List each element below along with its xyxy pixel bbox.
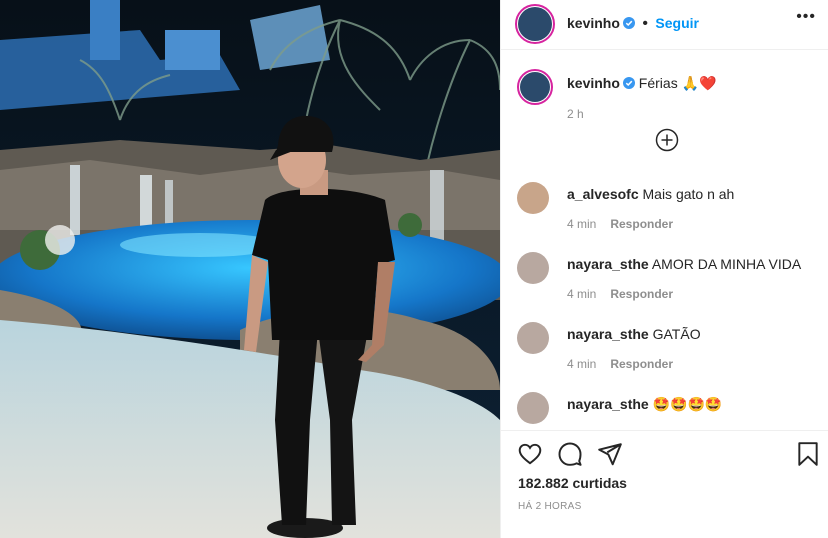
post-actions: 182.882 curtidas HÁ 2 HORAS bbox=[501, 430, 828, 538]
caption-username[interactable]: kevinho bbox=[567, 75, 620, 91]
author-username[interactable]: kevinho bbox=[567, 15, 620, 31]
comment-username[interactable]: nayara_sthe bbox=[567, 256, 649, 272]
save-bookmark-icon[interactable] bbox=[797, 441, 819, 467]
author-avatar[interactable] bbox=[515, 4, 555, 44]
comment-text: GATÃO bbox=[652, 326, 701, 342]
comment-avatar[interactable] bbox=[517, 322, 549, 354]
post-side-panel: kevinho • Seguir ••• kevinho Férias 🙏❤️ … bbox=[500, 0, 828, 538]
comment-time: 4 min bbox=[567, 357, 597, 371]
reply-button[interactable]: Responder bbox=[610, 217, 673, 231]
comments-list[interactable]: kevinho Férias 🙏❤️ 2 h a_alvesofc Mais g… bbox=[501, 52, 828, 430]
load-more-comments-icon[interactable] bbox=[655, 128, 679, 152]
like-heart-icon[interactable] bbox=[517, 441, 543, 467]
post-photo-illustration bbox=[0, 0, 500, 538]
reply-button[interactable]: Responder bbox=[610, 287, 673, 301]
caption-text: Férias 🙏❤️ bbox=[638, 75, 717, 91]
follow-button[interactable]: Seguir bbox=[655, 15, 699, 31]
more-options-icon[interactable]: ••• bbox=[796, 8, 816, 26]
share-send-icon[interactable] bbox=[597, 441, 623, 467]
post-photo[interactable] bbox=[0, 0, 500, 538]
reply-button[interactable]: Responder bbox=[610, 357, 673, 371]
comment-avatar[interactable] bbox=[517, 252, 549, 284]
comment-item: nayara_sthe AMOR DA MINHA VIDA 4 min Resp… bbox=[517, 252, 817, 312]
comment-username[interactable]: nayara_sthe bbox=[567, 396, 649, 412]
caption-time: 2 h bbox=[567, 107, 584, 121]
comment-item: nayara_sthe GATÃO 4 min Responder bbox=[517, 322, 817, 382]
verified-badge-icon bbox=[622, 17, 635, 29]
comment-bubble-icon[interactable] bbox=[557, 441, 583, 467]
comment-text: AMOR DA MINHA VIDA bbox=[651, 256, 802, 272]
verified-badge-icon bbox=[622, 77, 635, 89]
comment-username[interactable]: a_alvesofc bbox=[567, 186, 639, 202]
comment-avatar[interactable] bbox=[517, 182, 549, 214]
post-timestamp: HÁ 2 HORAS bbox=[518, 501, 582, 512]
comment-time: 4 min bbox=[567, 287, 597, 301]
comment-text: Mais gato n ah bbox=[642, 186, 735, 202]
caption-avatar[interactable] bbox=[517, 69, 553, 105]
post-header: kevinho • Seguir ••• bbox=[501, 0, 828, 50]
comment-avatar[interactable] bbox=[517, 392, 549, 424]
header-separator: • bbox=[642, 15, 648, 32]
comment-username[interactable]: nayara_sthe bbox=[567, 326, 649, 342]
comment-item: nayara_sthe 🤩🤩🤩🤩 bbox=[517, 392, 817, 430]
comment-item: a_alvesofc Mais gato n ah 4 min Responder bbox=[517, 182, 817, 242]
comment-time: 4 min bbox=[567, 217, 597, 231]
comment-text: 🤩🤩🤩🤩 bbox=[652, 396, 723, 412]
likes-count[interactable]: 182.882 curtidas bbox=[518, 475, 627, 491]
